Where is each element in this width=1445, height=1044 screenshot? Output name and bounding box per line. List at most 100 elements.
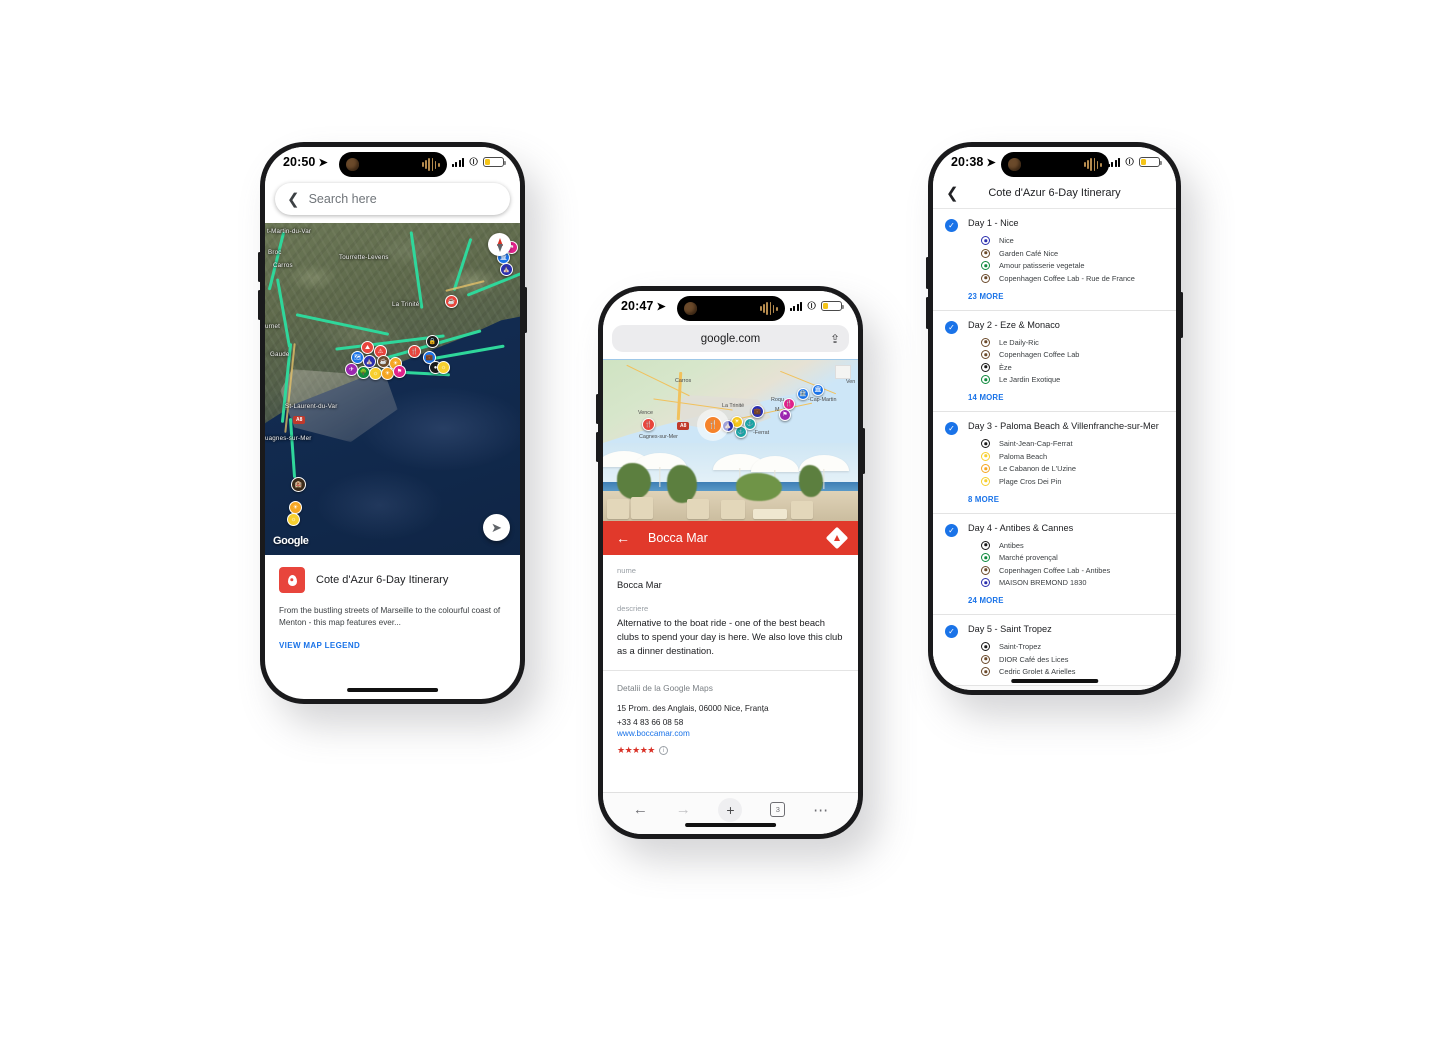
map-marker[interactable]: 🍴: [408, 345, 421, 358]
list-item[interactable]: Garden Café Nice: [981, 248, 1164, 258]
list-item[interactable]: Paloma Beach: [981, 451, 1164, 461]
dynamic-island-phone2: [676, 296, 785, 321]
map-marker[interactable]: ⚑: [779, 409, 791, 421]
place-marker-glyph: [983, 479, 988, 483]
list-item[interactable]: Èze: [981, 362, 1164, 372]
map-marker[interactable]: 🔒: [426, 335, 439, 348]
itinerary-day-section[interactable]: ✓ Day 3 - Paloma Beach & Villenfranche-su…: [933, 412, 1176, 514]
map-marker[interactable]: 🍴: [642, 418, 655, 431]
list-item[interactable]: Copenhagen Coffee Lab - Antibes: [981, 565, 1164, 575]
info-icon[interactable]: i: [658, 746, 668, 755]
list-item[interactable]: Saint-Tropez: [981, 642, 1164, 651]
itinerary-day-list[interactable]: ✓ Day 1 - Nice Nice Garden Café Nice Amour p…: [933, 209, 1176, 690]
my-location-icon[interactable]: ➤: [483, 514, 510, 541]
volume-down-button-phone3[interactable]: [926, 297, 929, 329]
place-website-link[interactable]: www.boccamar.com: [617, 729, 844, 738]
camera-lens-icon: [683, 302, 697, 315]
map-marker[interactable]: ☀: [289, 501, 302, 514]
power-button-phone2[interactable]: [862, 428, 865, 474]
view-map-legend-link[interactable]: VIEW MAP LEGEND: [279, 641, 506, 650]
check-circle-icon[interactable]: ✓: [945, 625, 958, 638]
map-marker[interactable]: ☼: [437, 361, 450, 374]
volume-up-button-phone1[interactable]: [258, 252, 261, 282]
plant-shape: [617, 463, 651, 499]
list-item[interactable]: Cedric Grolet & Arielles: [981, 667, 1164, 676]
volume-up-button-phone2[interactable]: [596, 394, 599, 424]
list-item[interactable]: MAISON BREMOND 1830: [981, 578, 1164, 587]
show-more-link[interactable]: 14 MORE: [968, 393, 1164, 402]
check-circle-icon[interactable]: ✓: [945, 422, 958, 435]
map-label: Cagnes-sur-Mer: [639, 434, 678, 440]
list-item[interactable]: DIOR Café des Lices: [981, 654, 1164, 664]
power-button-phone1[interactable]: [524, 287, 527, 333]
map-marker[interactable]: 🏦: [797, 388, 809, 400]
map-marker[interactable]: 💼: [751, 405, 764, 418]
place-marker-glyph: [983, 251, 988, 255]
check-circle-icon[interactable]: ✓: [945, 219, 958, 232]
list-item[interactable]: Amour patisserie vegetale: [981, 261, 1164, 270]
volume-up-button-phone3[interactable]: [926, 257, 929, 289]
tab-count-button[interactable]: 3: [770, 802, 786, 817]
map-marker[interactable]: ☀: [381, 367, 394, 380]
embedded-map[interactable]: Carros La Trinité Vence Cagnes-sur-Mer R…: [603, 359, 858, 443]
chair-shape: [791, 501, 813, 519]
place-photo[interactable]: [603, 443, 858, 521]
share-icon[interactable]: ⇪: [830, 332, 840, 346]
itinerary-day-section[interactable]: ✓ Day 5 - Saint Tropez Saint-Tropez DIOR Ca…: [933, 615, 1176, 686]
show-more-link[interactable]: 24 MORE: [968, 596, 1164, 605]
list-item[interactable]: Le Cabanon de L'Uzine: [981, 464, 1164, 473]
place-name: Le Jardin Exotique: [999, 375, 1061, 384]
compass-icon[interactable]: [488, 233, 511, 256]
map-canvas[interactable]: A8 t-Martin-du-Var Broc Carros Tourrette…: [265, 223, 520, 555]
map-marker[interactable]: ☼: [287, 513, 300, 526]
itinerary-day-section[interactable]: ✓ Day 1 - Nice Nice Garden Café Nice Amour p…: [933, 209, 1176, 311]
volume-down-button-phone1[interactable]: [258, 290, 261, 320]
url-field[interactable]: google.com ⇪: [612, 325, 849, 352]
day-content: Day 1 - Nice Nice Garden Café Nice Amour pa…: [968, 218, 1164, 301]
map-marker[interactable]: 🏛: [812, 384, 824, 396]
volume-down-button-phone2[interactable]: [596, 432, 599, 462]
arrow-left-icon[interactable]: ←: [633, 801, 648, 818]
map-marker[interactable]: ⛰: [361, 341, 374, 354]
list-item[interactable]: Saint-Jean-Cap-Ferrat: [981, 439, 1164, 448]
search-input[interactable]: ❮ Search here: [275, 183, 510, 215]
list-item[interactable]: Antibes: [981, 540, 1164, 550]
home-indicator-phone1[interactable]: [346, 687, 439, 692]
plus-icon[interactable]: +: [718, 797, 743, 822]
map-marker[interactable]: 🏨: [291, 477, 306, 492]
audio-waveform-icon: [422, 158, 440, 171]
map-label: Carros: [273, 262, 293, 269]
list-item[interactable]: Le Jardin Exotique: [981, 375, 1164, 384]
list-item[interactable]: Nice: [981, 236, 1164, 245]
itinerary-day-section[interactable]: ✓ Day 2 - Eze & Monaco Le Daily-Ric Copenha…: [933, 310, 1176, 412]
place-phone[interactable]: +33 4 83 66 08 58: [617, 716, 844, 729]
arrow-right-icon[interactable]: →: [676, 801, 691, 818]
show-more-link[interactable]: 8 MORE: [968, 495, 1164, 504]
list-item[interactable]: Copenhagen Coffee Lab - Rue de France: [981, 273, 1164, 283]
map-marker[interactable]: ⛪: [500, 263, 513, 276]
search-placeholder: Search here: [308, 192, 377, 206]
chevron-left-icon[interactable]: ❮: [946, 184, 959, 202]
itinerary-day-section[interactable]: ✓ Day 4 - Antibes & Cannes Antibes Marché p…: [933, 513, 1176, 615]
map-marker[interactable]: ☕: [445, 295, 458, 308]
ellipsis-icon[interactable]: ⋯: [813, 801, 828, 819]
directions-icon[interactable]: [825, 526, 849, 550]
map-marker-selected[interactable]: 🍴: [704, 416, 722, 434]
place-marker-icon: [981, 273, 990, 283]
power-button-phone3[interactable]: [1180, 292, 1183, 338]
place-marker-icon: [981, 362, 990, 372]
show-more-link[interactable]: 23 MORE: [968, 292, 1164, 301]
check-circle-icon[interactable]: ✓: [945, 320, 958, 334]
home-indicator-phone2[interactable]: [684, 822, 777, 827]
map-marker[interactable]: ✈: [345, 363, 358, 376]
list-item[interactable]: Copenhagen Coffee Lab: [981, 350, 1164, 359]
home-indicator-phone3[interactable]: [1010, 678, 1099, 683]
arrow-left-icon[interactable]: ←: [616, 530, 630, 546]
map-marker[interactable]: ⛪: [722, 420, 734, 432]
list-item[interactable]: Plage Cros Dei Pin: [981, 476, 1164, 486]
list-item[interactable]: Le Daily-Ric: [981, 337, 1164, 347]
check-circle-icon[interactable]: ✓: [945, 523, 958, 537]
list-item[interactable]: Marché provençal: [981, 553, 1164, 562]
chevron-left-icon[interactable]: ❮: [287, 192, 300, 207]
map-marker[interactable]: ⚑: [393, 365, 406, 378]
